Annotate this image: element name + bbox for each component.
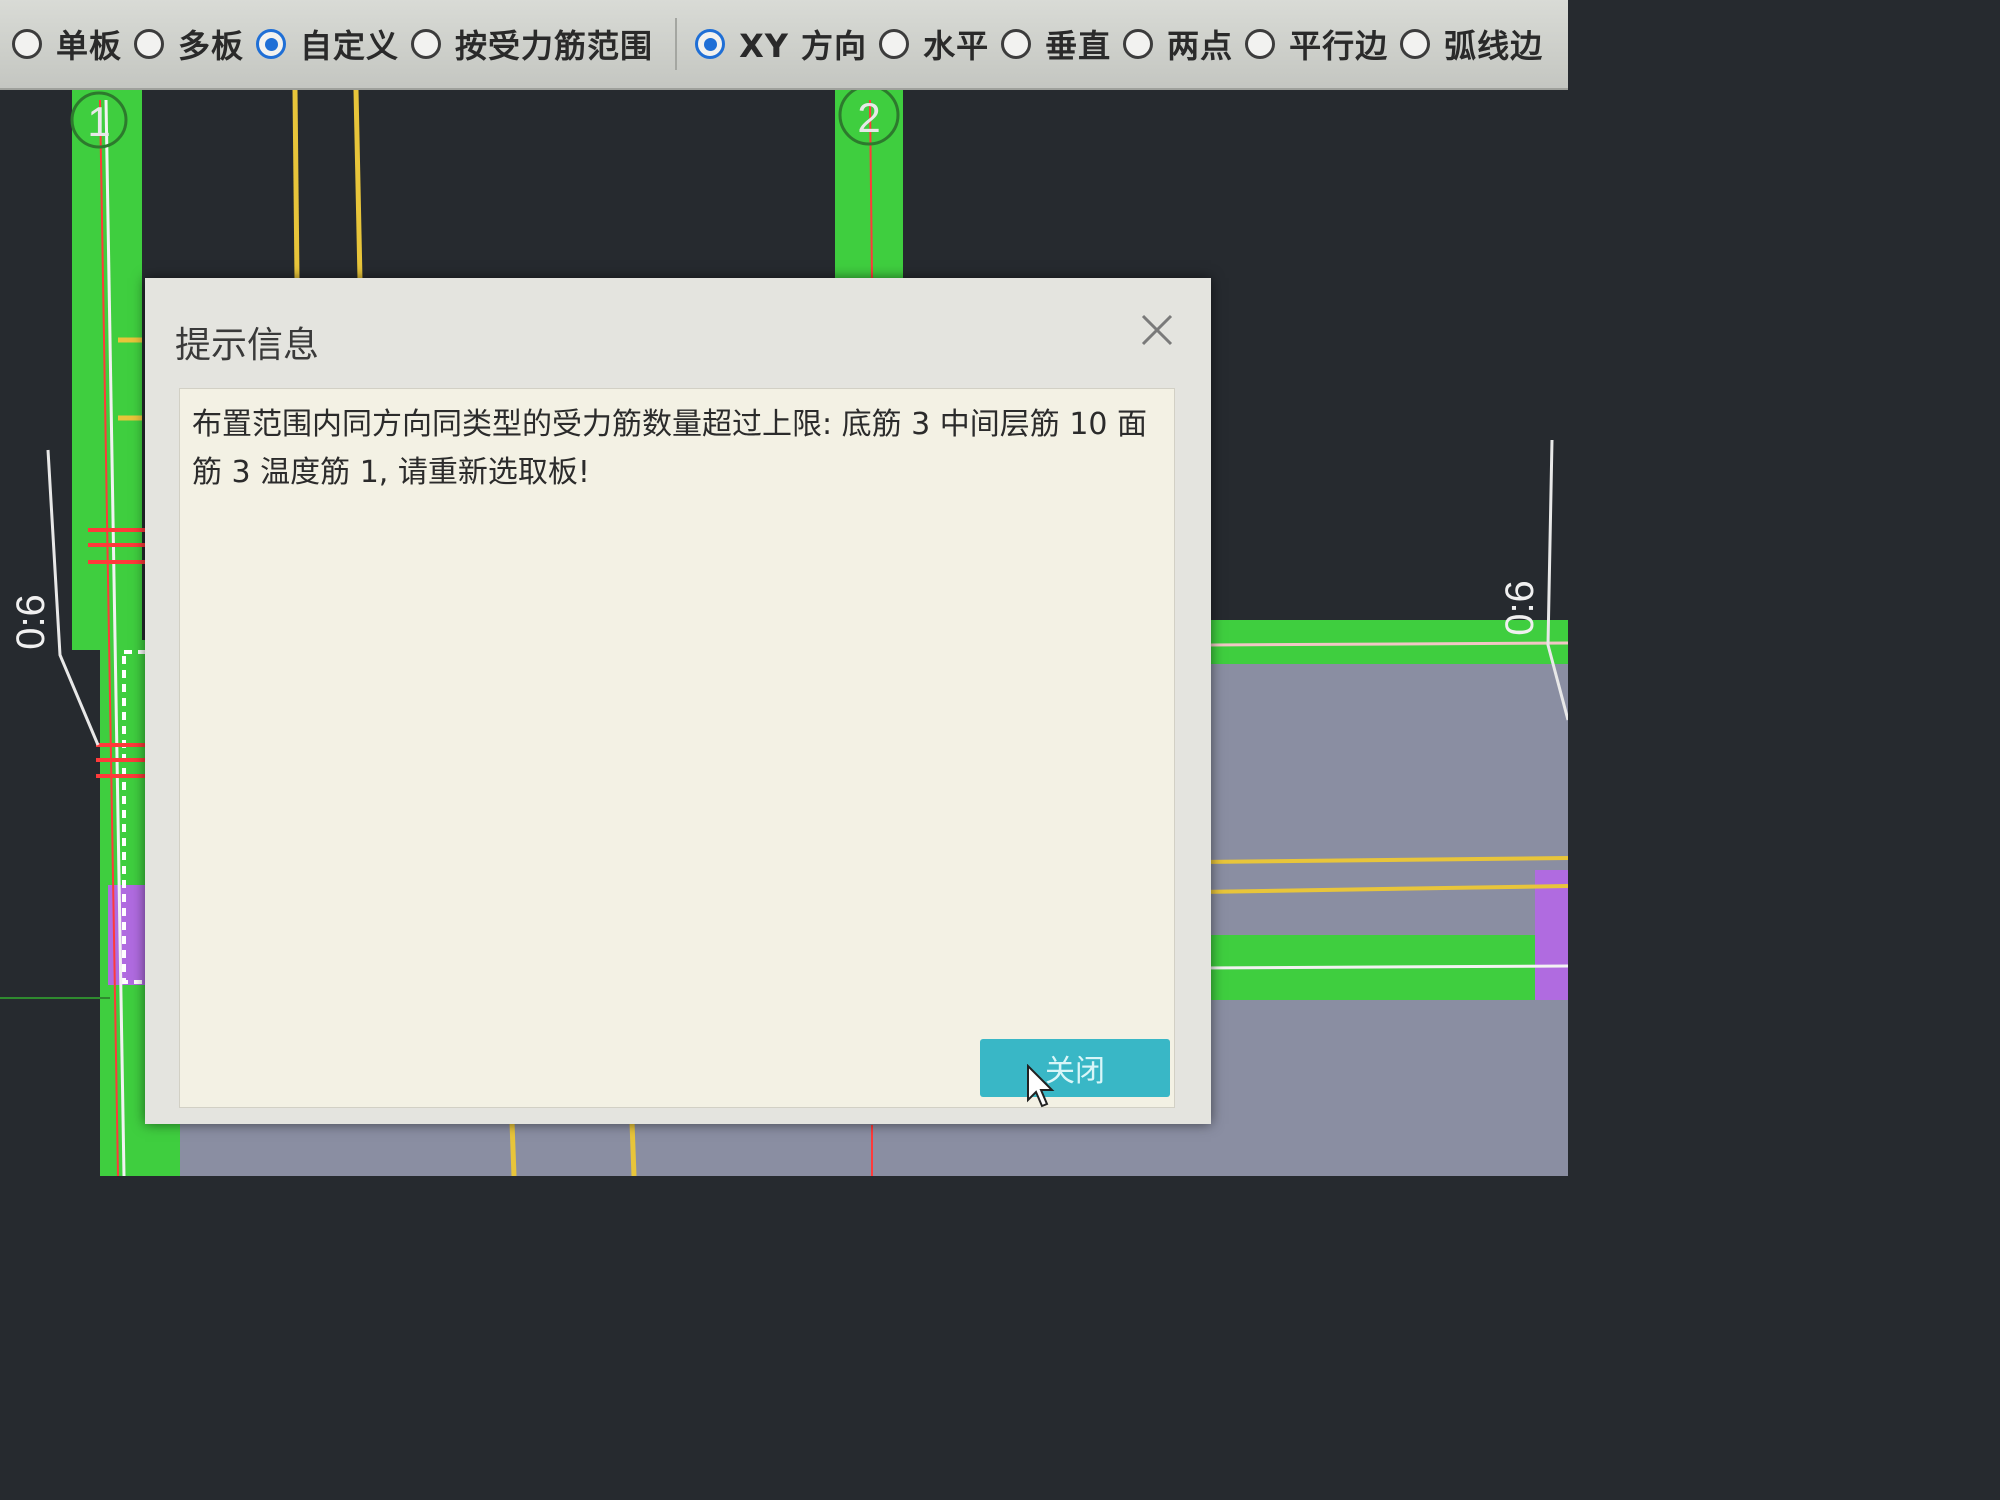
dimension-label-left: 0:6 <box>9 594 53 650</box>
dimension-label-right: 0:6 <box>1498 580 1542 636</box>
close-button[interactable]: 关闭 <box>980 1039 1170 1097</box>
mouse-cursor-icon <box>1027 1064 1055 1108</box>
option-xy-direction[interactable]: XY 方向 <box>695 21 867 67</box>
axis-label-1: 1 <box>87 98 110 145</box>
parallel-edge-radio[interactable] <box>1245 29 1276 59</box>
arc-edge-radio[interactable] <box>1400 29 1431 59</box>
two-points-radio[interactable] <box>1123 29 1154 59</box>
xy-direction-label: XY 方向 <box>739 27 868 65</box>
option-parallel-edge[interactable]: 平行边 <box>1245 21 1388 67</box>
option-arc-edge[interactable]: 弧线边 <box>1400 21 1543 67</box>
option-two-points[interactable]: 两点 <box>1123 21 1233 67</box>
single-slab-radio[interactable] <box>12 29 42 59</box>
edge-line <box>1199 964 1569 970</box>
toolbar: 单板 多板 自定义 按受力筋范围 XY 方向 水平 垂直 两点 平行边 弧线边 <box>0 0 1568 90</box>
edge-line <box>1209 641 1569 647</box>
custom-label: 自定义 <box>300 27 400 65</box>
vertical-radio[interactable] <box>1001 29 1032 59</box>
arc-edge-label: 弧线边 <box>1444 27 1544 65</box>
multi-slab-radio[interactable] <box>134 29 165 59</box>
option-custom[interactable]: 自定义 <box>256 21 399 67</box>
horizontal-radio[interactable] <box>879 29 910 59</box>
option-by-rebar-range[interactable]: 按受力筋范围 <box>411 21 653 67</box>
close-icon[interactable] <box>1137 310 1177 350</box>
two-points-label: 两点 <box>1167 27 1234 65</box>
vertical-label: 垂直 <box>1045 27 1112 65</box>
message-dialog: 提示信息 布置范围内同方向同类型的受力筋数量超过上限: 底筋 3 中间层筋 10… <box>145 278 1211 1124</box>
option-horizontal[interactable]: 水平 <box>879 21 989 67</box>
axis-label-2: 2 <box>857 94 880 141</box>
by-rebar-range-radio[interactable] <box>411 29 442 59</box>
rebar-line <box>509 1121 517 1177</box>
option-vertical[interactable]: 垂直 <box>1001 21 1111 67</box>
dialog-title: 提示信息 <box>175 325 320 366</box>
parallel-edge-label: 平行边 <box>1289 27 1389 65</box>
dialog-message-panel: 布置范围内同方向同类型的受力筋数量超过上限: 底筋 3 中间层筋 10 面筋 3… <box>179 388 1175 1108</box>
dialog-message: 布置范围内同方向同类型的受力筋数量超过上限: 底筋 3 中间层筋 10 面筋 3… <box>192 407 1148 490</box>
horizontal-label: 水平 <box>923 27 990 65</box>
rebar-line <box>629 1121 637 1177</box>
single-slab-label: 单板 <box>56 27 123 65</box>
option-multi-slab[interactable]: 多板 <box>134 21 244 67</box>
option-single-slab[interactable]: 单板 <box>12 21 122 67</box>
toolbar-separator <box>675 18 678 70</box>
by-rebar-range-label: 按受力筋范围 <box>455 27 654 65</box>
custom-radio[interactable] <box>256 29 287 59</box>
rebar-line <box>353 89 363 281</box>
column-block <box>1535 870 1568 1000</box>
rebar-line <box>292 89 300 281</box>
xy-direction-radio[interactable] <box>695 29 726 59</box>
multi-slab-label: 多板 <box>178 27 245 65</box>
